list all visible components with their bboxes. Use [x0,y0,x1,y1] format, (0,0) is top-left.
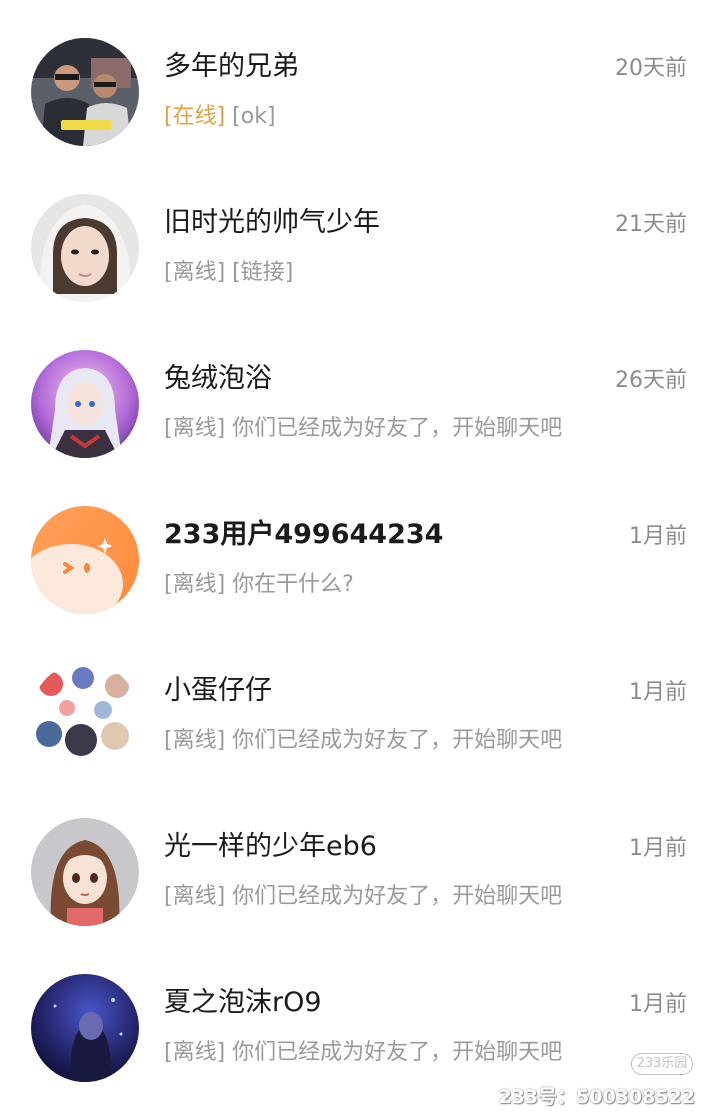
last-message-time: 1月前 [629,524,687,549]
last-message-time: 26天前 [615,368,687,393]
avatar[interactable] [31,506,139,614]
status-badge: [离线] [164,1040,226,1065]
chat-item[interactable]: 光一样的少年eb6 1月前 [离线] 你们已经成为好友了，开始聊天吧 [0,780,713,930]
last-message-time: 20天前 [615,56,687,81]
message-preview: [离线] 你们已经成为好友了，开始聊天吧 [164,1038,562,1068]
last-message-time: 1月前 [629,992,687,1017]
status-badge: [离线] [164,572,226,597]
last-message: 你们已经成为好友了，开始聊天吧 [232,416,563,441]
anime-girl-purple-avatar [31,350,139,458]
last-message: 你们已经成为好友了，开始聊天吧 [232,884,563,909]
message-preview: [在线] [ok] [164,102,276,132]
chat-item[interactable]: 旧时光的帅气少年 21天前 [离线] [链接] [0,156,713,306]
chat-item[interactable]: 夏之泡沫rO9 1月前 [离线] 你们已经成为好友了，开始聊天吧 [0,936,713,1086]
chat-item[interactable]: 小蛋仔仔 1月前 [离线] 你们已经成为好友了，开始聊天吧 [0,624,713,774]
last-message-time: 21天前 [615,212,687,237]
last-message-time: 1月前 [629,836,687,861]
avatar[interactable] [31,194,139,302]
chat-item[interactable]: 兔绒泡浴 26天前 [离线] 你们已经成为好友了，开始聊天吧 [0,312,713,462]
status-badge: [离线] [164,260,226,285]
message-preview: [离线] 你们已经成为好友了，开始聊天吧 [164,726,562,756]
status-badge: [离线] [164,416,226,441]
default-orange-face-avatar [31,506,139,614]
last-message: 你在干什么? [232,572,354,597]
dark-blue-night-avatar [31,974,139,1082]
status-badge: [离线] [164,884,226,909]
watermark-logo: 233乐园 [631,1053,693,1075]
message-preview: [离线] 你在干什么? [164,570,354,600]
last-message: [ok] [232,104,276,129]
contact-name: 夏之泡沫rO9 [164,987,322,1018]
watermark-id: 233号：500308522 [498,1086,695,1108]
message-preview: [离线] 你们已经成为好友了，开始聊天吧 [164,882,562,912]
last-message: 你们已经成为好友了，开始聊天吧 [232,728,563,753]
contact-name: 光一样的少年eb6 [164,831,377,862]
contact-name: 旧时光的帅气少年 [164,207,380,238]
photo-two-men-avatar [31,38,139,146]
status-badge: [在线] [164,104,226,129]
last-message-time: 1月前 [629,680,687,705]
status-badge: [离线] [164,728,226,753]
contact-name: 多年的兄弟 [164,51,299,82]
message-preview: [离线] [链接] [164,258,293,288]
chat-item[interactable]: 233用户499644234 1月前 [离线] 你在干什么? [0,468,713,618]
sticker-collage-avatar [31,662,139,770]
chat-item[interactable]: 多年的兄弟 20天前 [在线] [ok] [0,0,713,150]
anime-girl-brown-hair-avatar [31,818,139,926]
avatar[interactable] [31,818,139,926]
last-message: [链接] [232,260,294,285]
avatar[interactable] [31,350,139,458]
avatar[interactable] [31,662,139,770]
contact-name: 小蛋仔仔 [164,675,272,706]
message-preview: [离线] 你们已经成为好友了，开始聊天吧 [164,414,562,444]
avatar[interactable] [31,38,139,146]
contact-name: 233用户499644234 [164,519,444,550]
contact-name: 兔绒泡浴 [164,363,272,394]
photo-girl-hood-avatar [31,194,139,302]
avatar[interactable] [31,974,139,1082]
last-message: 你们已经成为好友了，开始聊天吧 [232,1040,563,1065]
